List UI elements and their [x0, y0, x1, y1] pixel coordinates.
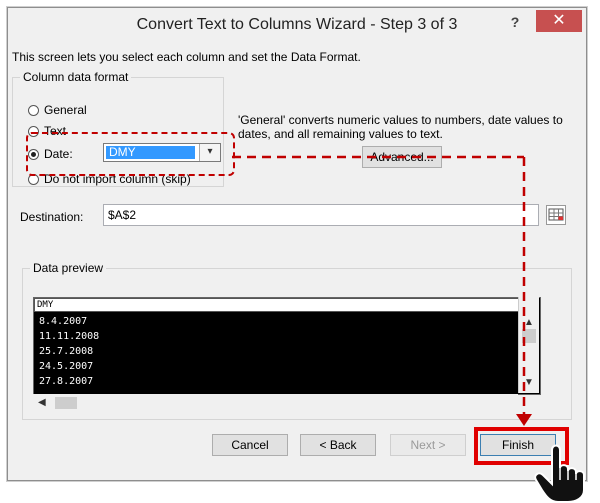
hand-cursor-icon: [534, 444, 585, 503]
